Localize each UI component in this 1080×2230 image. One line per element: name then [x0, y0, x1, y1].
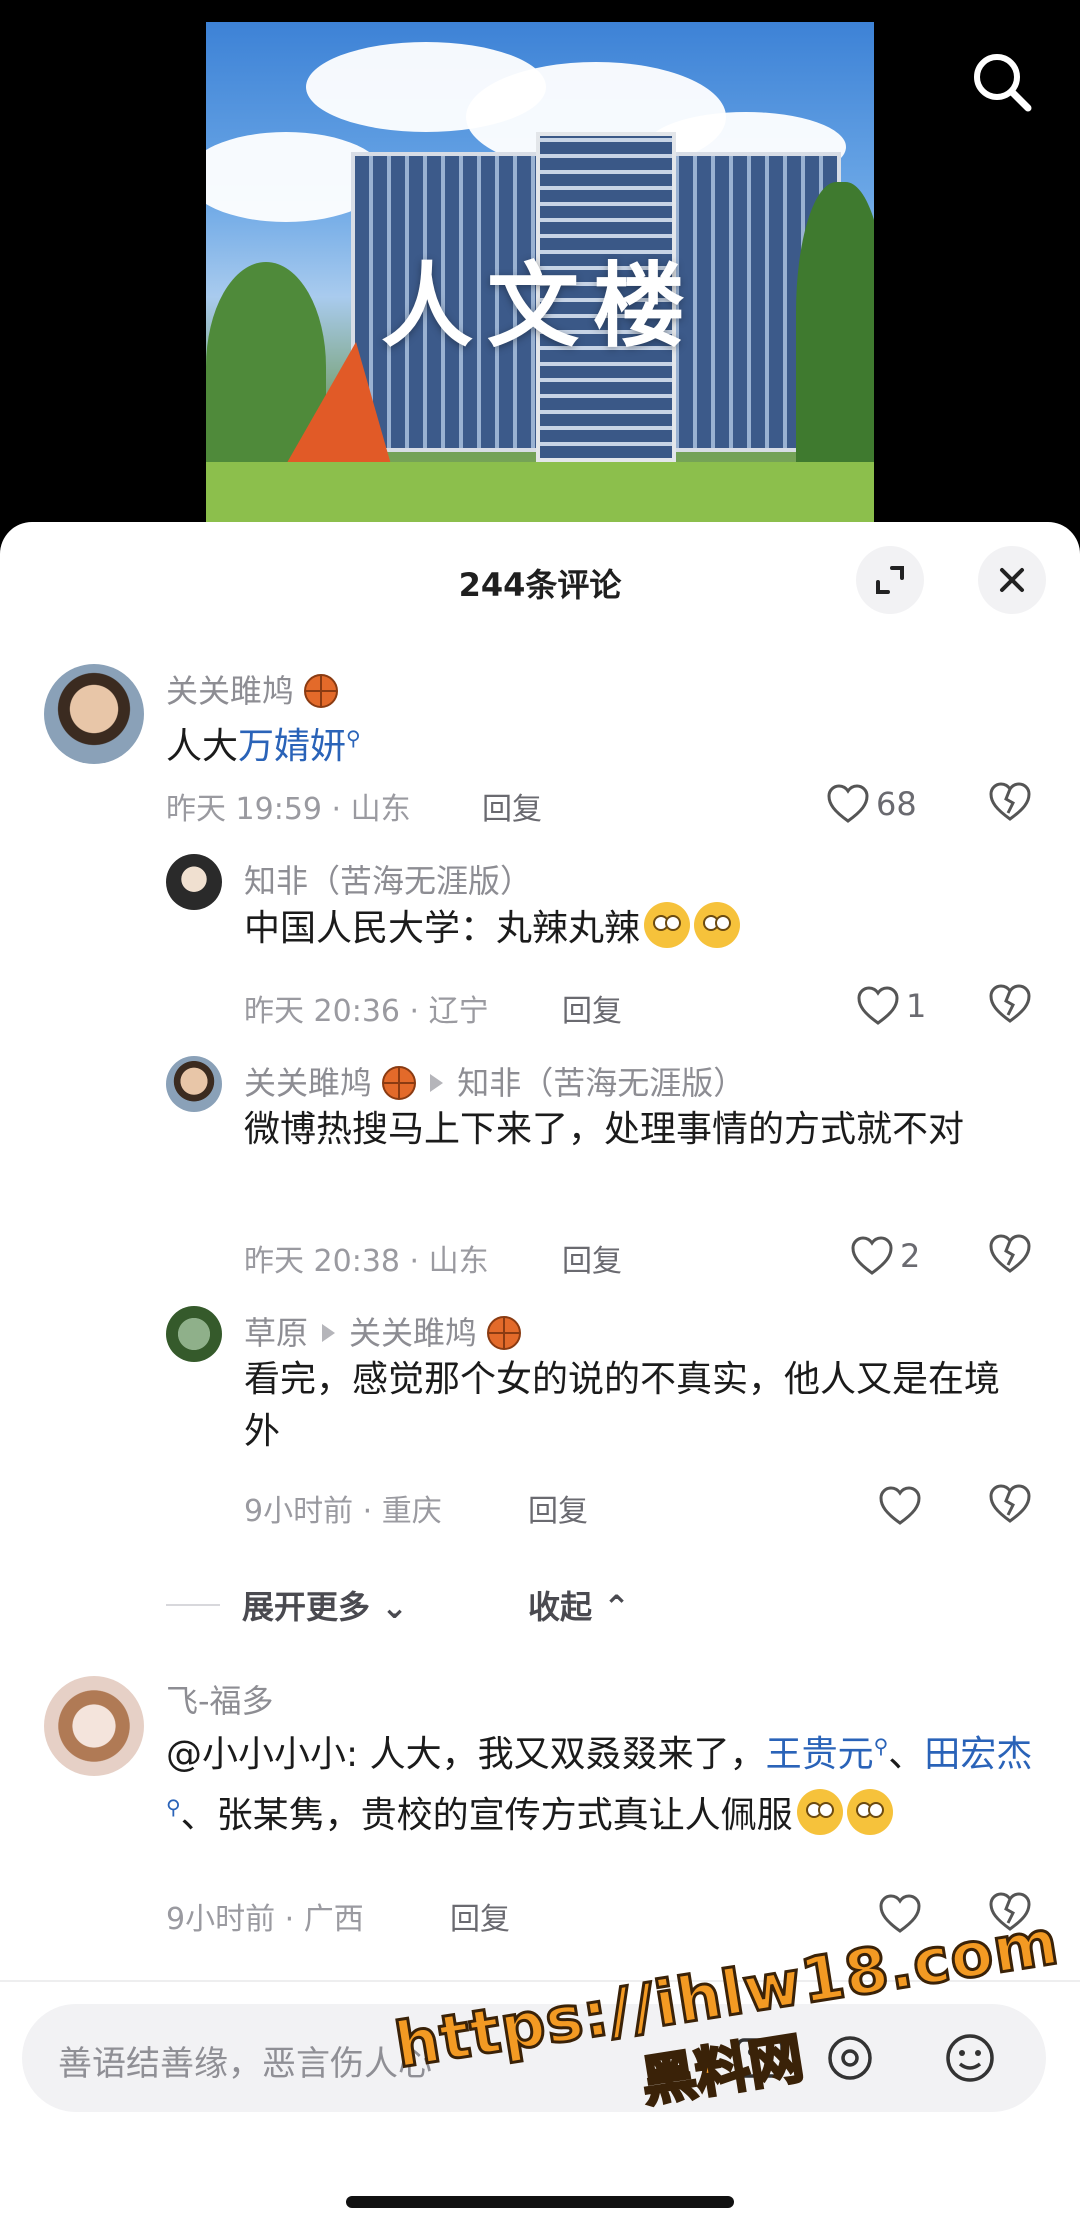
reply-arrow-icon [430, 1074, 444, 1092]
basketball-icon [487, 1316, 522, 1350]
thinking-emoji-icon [796, 1789, 843, 1835]
heart-icon [857, 986, 899, 1025]
avatar[interactable] [166, 854, 222, 910]
comment-author[interactable]: 关关雎鸠 [244, 1064, 372, 1102]
dislike-button[interactable] [988, 1234, 1032, 1278]
like-button[interactable]: 68 [826, 782, 917, 826]
reply-button[interactable]: 回复 [562, 1236, 622, 1280]
comment-author[interactable]: 关关雎鸠 [166, 672, 294, 710]
replies-toggle-row: 展开更多 ⌄ 收起 ⌃ [166, 1580, 630, 1630]
chevron-down-icon: ⌄ [381, 1588, 408, 1626]
comment-text: 人大万婧妍⚲ [166, 726, 361, 767]
comment-text: 看完，感觉那个女的说的不真实，他人又是在境外 [244, 1359, 1001, 1452]
avatar[interactable] [166, 1056, 222, 1112]
comment-meta: 9小时前 · 广西 [166, 1902, 364, 1937]
heart-icon [879, 1486, 921, 1525]
heart-icon [827, 784, 869, 823]
like-count: 1 [906, 987, 927, 1025]
basketball-icon [382, 1066, 417, 1100]
chevron-up-icon: ⌃ [603, 1588, 630, 1626]
sheet-header: 244条评论 [0, 522, 1080, 640]
avatar[interactable] [44, 1676, 144, 1776]
comment-text: @小小小小: 人大，我又双叒叕来了，王贵元⚲、田宏杰⚲、张某隽，贵校的宣传方式真… [166, 1734, 1033, 1836]
expand-icon [876, 566, 904, 594]
collapse-button[interactable]: 收起 ⌃ [528, 1582, 630, 1628]
comment-meta: 昨天 20:38 · 山东 [244, 1244, 489, 1279]
reply-button[interactable]: 回复 [528, 1486, 588, 1530]
reply-arrow-icon [322, 1324, 336, 1342]
expand-button[interactable] [856, 546, 924, 614]
search-mini-icon: ⚲ [873, 1734, 889, 1758]
video-overlay-title: 人文楼 [380, 252, 699, 360]
broken-heart-icon [989, 1484, 1031, 1523]
avatar[interactable] [166, 1306, 222, 1362]
expand-more-button[interactable]: 展开更多 ⌄ [242, 1582, 408, 1628]
comment-text: 中国人民大学：丸辣丸辣 [244, 902, 1024, 955]
reply-to-author[interactable]: 关关雎鸠 [349, 1314, 477, 1352]
broken-heart-icon [989, 984, 1031, 1023]
like-count: 68 [876, 785, 917, 823]
dislike-button[interactable] [988, 984, 1032, 1028]
close-button[interactable] [978, 546, 1046, 614]
like-button[interactable]: 2 [850, 1234, 920, 1278]
reply-to-author[interactable]: 知非（苦海无涯版） [457, 1064, 745, 1102]
dislike-button[interactable] [988, 1484, 1032, 1528]
reply-button[interactable]: 回复 [450, 1894, 510, 1938]
basketball-icon [304, 674, 339, 708]
home-indicator [346, 2196, 734, 2208]
search-mini-icon: ⚲ [166, 1795, 181, 1819]
video-player[interactable]: 人文楼 [0, 0, 1080, 540]
reply-button[interactable]: 回复 [482, 784, 542, 828]
like-button[interactable] [878, 1484, 922, 1528]
comment-meta: 昨天 19:59 · 山东 [166, 792, 411, 827]
flushed-emoji-icon [644, 902, 691, 948]
like-button[interactable]: 1 [856, 984, 926, 1028]
comment-author[interactable]: 飞-福多 [166, 1676, 274, 1722]
comment-meta: 9小时前 · 重庆 [244, 1494, 442, 1529]
comment-text: 微博热搜马上下来了，处理事情的方式就不对 [244, 1109, 965, 1150]
search-link[interactable]: 王贵元 [766, 1734, 874, 1775]
avatar[interactable] [44, 664, 144, 764]
flushed-emoji-icon [694, 902, 741, 948]
search-icon [974, 54, 1032, 112]
video-frame: 人文楼 [206, 22, 874, 522]
close-icon [1000, 568, 1024, 592]
comment-author[interactable]: 草原 [244, 1314, 308, 1352]
thinking-emoji-icon [846, 1789, 893, 1835]
comment-author[interactable]: 知非（苦海无涯版） [244, 856, 532, 902]
comment-meta: 昨天 20:36 · 辽宁 [244, 994, 489, 1029]
comment-input-placeholder: 善语结善缘，恶言伤人心 [58, 2044, 432, 2084]
reply-button[interactable]: 回复 [562, 986, 622, 1030]
like-count: 2 [900, 1237, 921, 1275]
broken-heart-icon [989, 782, 1031, 821]
dislike-button[interactable] [988, 782, 1032, 826]
heart-icon [851, 1236, 893, 1275]
search-link[interactable]: 田宏杰 [924, 1734, 1032, 1775]
search-mini-icon: ⚲ [346, 726, 361, 750]
search-button[interactable] [966, 46, 1038, 118]
broken-heart-icon [989, 1234, 1031, 1273]
search-link[interactable]: 万婧妍 [238, 726, 346, 767]
